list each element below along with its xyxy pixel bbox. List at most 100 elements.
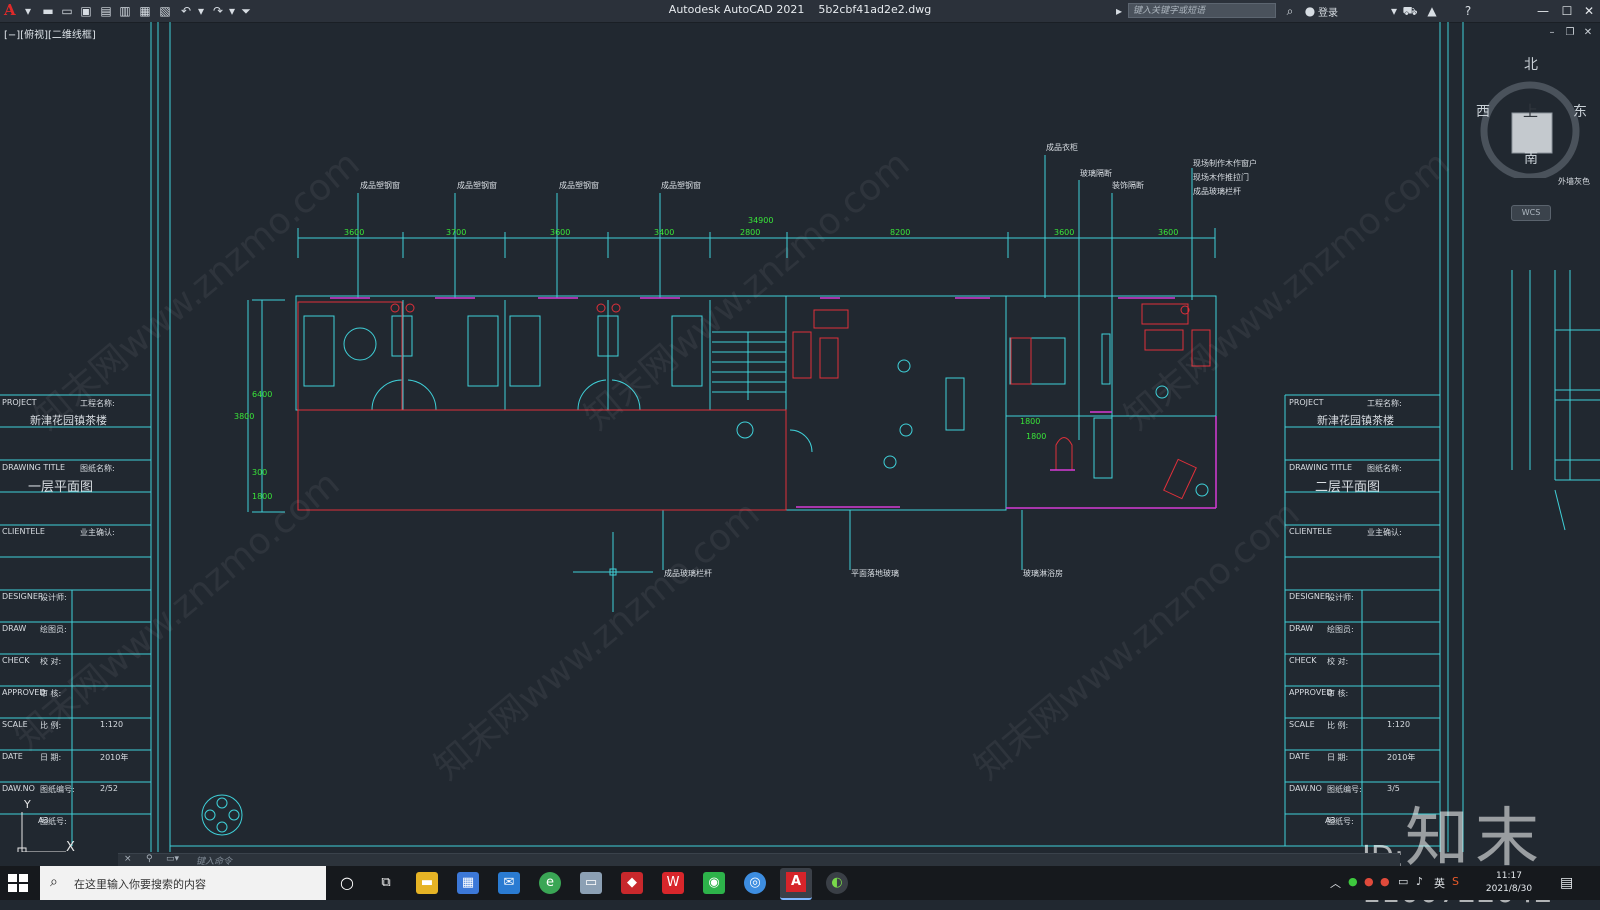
- callout-label: 成品塑钢窗: [360, 181, 400, 190]
- callout-label: 成品塑钢窗: [661, 181, 701, 190]
- dimension-text: 3600: [1158, 228, 1179, 237]
- browser-icon[interactable]: e: [539, 872, 561, 894]
- ime-app-icon[interactable]: S: [1452, 875, 1459, 888]
- dimension-text: 3700: [446, 228, 467, 237]
- tb-field-cn: 审 核:: [1327, 689, 1349, 698]
- wcs-menu[interactable]: WCS: [1511, 205, 1551, 221]
- compass-north[interactable]: 北: [1524, 54, 1538, 74]
- search-expand-icon[interactable]: ▸: [1111, 3, 1127, 19]
- tb-field-cn: 日 期:: [1327, 753, 1349, 762]
- callout-label: 平面落地玻璃: [851, 569, 899, 578]
- tb-drawing-cn: 图纸名称:: [1367, 464, 1402, 473]
- cart-icon[interactable]: ⛟: [1402, 3, 1418, 19]
- cursor-crosshair: [573, 532, 653, 612]
- task-view-icon[interactable]: ⧉: [375, 872, 397, 894]
- command-line-close-icon[interactable]: ×: [124, 854, 132, 864]
- tb-field-value: A3: [38, 816, 49, 825]
- dimension-text: 3600: [550, 228, 571, 237]
- tb-field-value: A3: [1325, 816, 1336, 825]
- mail-icon[interactable]: ✉: [498, 872, 520, 894]
- callout-label: 现场制作木作窗户: [1193, 159, 1257, 168]
- dimension-text: 34900: [748, 216, 774, 225]
- command-line-menu-icon[interactable]: ▭▾: [166, 854, 179, 864]
- tray-app-icon[interactable]: ●: [1364, 875, 1374, 888]
- notification-icon[interactable]: ▤: [1560, 875, 1573, 891]
- tb-drawing-en: DRAWING TITLE: [2, 463, 66, 472]
- tb-field-cn: 图纸编号:: [1327, 785, 1362, 794]
- taskbar-search[interactable]: ⌕ 在这里输入你要搜索的内容: [40, 866, 326, 900]
- pan-nav-circle: [201, 794, 243, 836]
- minimize-button[interactable]: —: [1532, 2, 1554, 20]
- maximize-button[interactable]: ☐: [1556, 2, 1578, 20]
- ucs-x-label: X: [66, 840, 75, 855]
- windows-start-icon[interactable]: [8, 874, 28, 892]
- tb-drawing-cn: 图纸名称:: [80, 464, 115, 473]
- tray-app-icon[interactable]: ●: [1348, 875, 1358, 888]
- tb-field-en: DRAW: [1289, 624, 1314, 633]
- wechat-icon[interactable]: ◉: [703, 872, 725, 894]
- plan-stairs: [712, 331, 786, 400]
- close-button[interactable]: ✕: [1578, 2, 1600, 20]
- tb-project-en: PROJECT: [1289, 398, 1324, 407]
- tb-field-en: CHECK: [2, 656, 30, 665]
- tb-drawing-title: 一层平面图: [28, 480, 94, 495]
- store-icon[interactable]: ▦: [457, 872, 479, 894]
- file-explorer-icon[interactable]: ▬: [416, 872, 438, 894]
- login-link[interactable]: 登录: [1318, 4, 1338, 19]
- right-elevation-partial: [1511, 270, 1600, 531]
- tb-field-value: 2010年: [100, 753, 129, 762]
- tb-drawing-title: 二层平面图: [1315, 480, 1381, 495]
- help-icon[interactable]: ?: [1460, 3, 1476, 19]
- dimension-text: 1800: [252, 492, 273, 501]
- app-icon[interactable]: ◐: [826, 872, 848, 894]
- user-icon[interactable]: ●: [1302, 3, 1318, 19]
- clock-time: 11:17: [1496, 871, 1522, 881]
- tb-field-cn: 图纸编号:: [40, 785, 75, 794]
- tb-client-en: CLIENTELE: [1289, 527, 1332, 536]
- qq-browser-icon[interactable]: ◎: [744, 872, 766, 894]
- viewcube-top-label[interactable]: 上: [1523, 100, 1538, 121]
- volume-icon[interactable]: ♪: [1416, 875, 1423, 888]
- dimension-text: 8200: [890, 228, 911, 237]
- left-dimension-line: [247, 299, 285, 513]
- network-icon[interactable]: ▭: [1398, 875, 1408, 888]
- tb-field-en: DATE: [1289, 752, 1310, 761]
- command-line-customize-icon[interactable]: ⚲: [146, 854, 153, 864]
- search-icon: ⌕: [50, 874, 58, 890]
- tb-field-value: 3/5: [1387, 784, 1400, 793]
- tb-field-value: 2/52: [100, 784, 118, 793]
- drawing-canvas[interactable]: 成品塑钢窗 成品塑钢窗 成品塑钢窗 成品塑钢窗 成品衣柜 玻璃隔断 装饰隔断 现场制作木作窗户…: [0, 22, 1600, 910]
- sketchup-icon[interactable]: ◆: [621, 872, 643, 894]
- dimension-text: 6400: [252, 390, 273, 399]
- tb-field-cn: 校 对:: [1327, 657, 1349, 666]
- dimension-text: 3600: [344, 228, 365, 237]
- taskbar-search-input[interactable]: 在这里输入你要搜索的内容: [74, 876, 206, 892]
- wps-icon[interactable]: W: [662, 872, 684, 894]
- tb-field-value: 1:120: [100, 720, 124, 729]
- cortana-icon[interactable]: ○: [336, 872, 358, 894]
- tb-field-en: DAW.NO: [2, 784, 35, 793]
- clock[interactable]: 11:17 2021/8/30: [1476, 870, 1542, 896]
- plan-magenta-lines: [330, 297, 1217, 509]
- tray-app-icon[interactable]: ●: [1380, 875, 1390, 888]
- ime-indicator[interactable]: 英: [1434, 875, 1445, 891]
- dimension-text: 1800: [1020, 417, 1041, 426]
- autocad-taskbar-button[interactable]: A: [780, 868, 812, 900]
- command-line[interactable]: × ⚲ ▭▾ 键入命令: [118, 853, 1400, 867]
- login-dropdown-icon[interactable]: ▾: [1386, 3, 1402, 19]
- tb-field-en: DESIGNER: [1289, 592, 1331, 601]
- dimension-text: 1800: [1026, 432, 1047, 441]
- tb-field-cn: 审 核:: [40, 689, 62, 698]
- compass-west[interactable]: 西: [1476, 101, 1490, 121]
- tb-field-en: DATE: [2, 752, 23, 761]
- compass-east[interactable]: 东: [1573, 101, 1587, 121]
- search-icon[interactable]: ⌕: [1282, 3, 1298, 19]
- compass-south[interactable]: 南: [1524, 148, 1538, 168]
- autodesk-icon[interactable]: ▲: [1424, 3, 1440, 19]
- tb-field-en: APPROVED: [1289, 688, 1333, 697]
- tray-expand-icon[interactable]: ︿: [1330, 875, 1341, 891]
- taskbar: ⌕ 在这里输入你要搜索的内容 ○ ⧉ ▬ ▦ ✉ e ▭ ◆ W ◉ ◎ A ◐…: [0, 866, 1600, 900]
- remote-desktop-icon[interactable]: ▭: [580, 872, 602, 894]
- callout-label: 玻璃淋浴房: [1023, 569, 1063, 578]
- help-search-input[interactable]: 键入关键字或短语: [1128, 3, 1276, 18]
